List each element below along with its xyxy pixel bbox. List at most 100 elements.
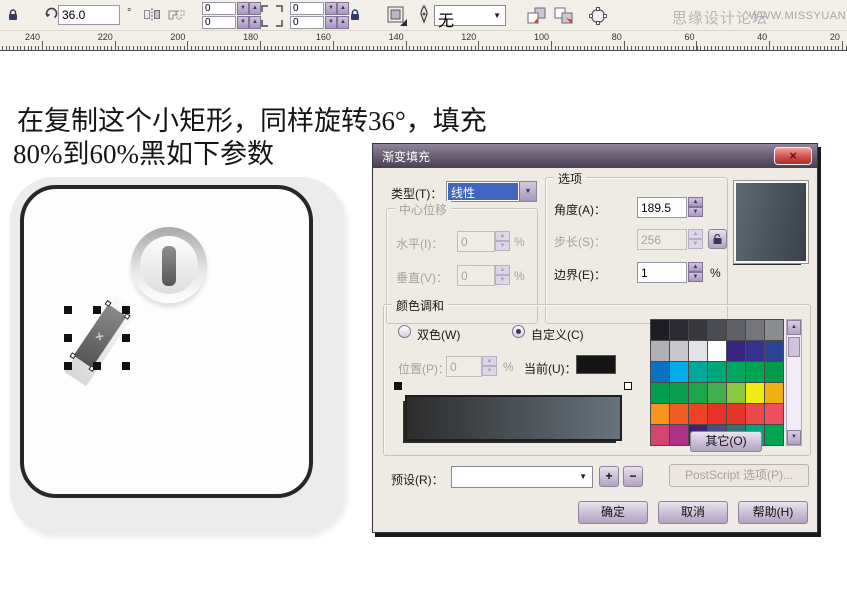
palette-swatch[interactable] [727, 383, 745, 403]
pos-x-input[interactable] [202, 2, 236, 15]
pos-y-spinner[interactable]: ▼▲ [237, 16, 261, 29]
selection-handle[interactable] [93, 306, 101, 314]
palette-swatch[interactable] [651, 362, 669, 382]
size-w-spinner[interactable]: ▼▲ [325, 2, 349, 15]
palette-swatch[interactable] [651, 341, 669, 361]
palette-swatch[interactable] [765, 320, 783, 340]
other-color-button[interactable]: 其它(O) [690, 431, 762, 452]
palette-swatch[interactable] [727, 320, 745, 340]
palette-swatch[interactable] [651, 425, 669, 445]
mirror-horizontal-icon[interactable] [143, 7, 162, 28]
spin-up-icon[interactable]: ▲ [688, 197, 703, 207]
preset-select[interactable]: ▼ [451, 466, 593, 488]
palette-swatch[interactable] [670, 320, 688, 340]
selection-handle[interactable] [64, 362, 72, 370]
palette-swatch[interactable] [746, 383, 764, 403]
spin-down-icon[interactable]: ▼ [688, 207, 703, 217]
palette-swatch[interactable] [689, 362, 707, 382]
edge-input[interactable] [637, 262, 687, 283]
close-icon[interactable]: × [774, 147, 812, 165]
help-button[interactable]: 帮助(H) [738, 501, 808, 524]
spin-down-icon[interactable]: ▼ [237, 16, 249, 29]
spin-down-icon[interactable]: ▼ [688, 272, 703, 282]
type-dropdown-arrow-icon[interactable]: ▼ [519, 182, 536, 201]
preset-add-button[interactable]: + [599, 466, 619, 487]
mirror-vertical-icon[interactable] [167, 7, 186, 28]
to-back-icon[interactable] [553, 6, 575, 31]
selection-handle[interactable] [64, 306, 72, 314]
rotation-angle-input[interactable] [58, 5, 120, 25]
scroll-down-icon[interactable]: ▼ [787, 430, 801, 445]
palette-swatch[interactable] [727, 404, 745, 424]
palette-swatch[interactable] [651, 383, 669, 403]
palette-swatch[interactable] [765, 341, 783, 361]
palette-swatch[interactable] [689, 404, 707, 424]
palette-swatch[interactable] [746, 320, 764, 340]
palette-swatch[interactable] [746, 362, 764, 382]
steps-lock-button[interactable] [708, 229, 727, 249]
scroll-up-icon[interactable]: ▲ [787, 320, 801, 335]
angle-input[interactable] [637, 197, 687, 218]
selection-handle[interactable] [122, 362, 130, 370]
spin-down-icon[interactable]: ▼ [325, 2, 337, 15]
palette-swatch[interactable] [670, 341, 688, 361]
spin-down-icon[interactable]: ▼ [325, 16, 337, 29]
palette-swatch[interactable] [689, 320, 707, 340]
palette-swatch[interactable] [670, 404, 688, 424]
palette-swatch[interactable] [651, 320, 669, 340]
selection-handle[interactable] [122, 334, 130, 342]
ok-button[interactable]: 确定 [578, 501, 648, 524]
edge-spinner[interactable]: ▲▼ [688, 262, 703, 282]
spin-down-icon[interactable]: ▼ [237, 2, 249, 15]
lock-icon[interactable] [6, 8, 20, 27]
palette-swatch[interactable] [765, 362, 783, 382]
ruler[interactable]: 24022020018016014012010080604020 [0, 31, 847, 51]
two-color-radio[interactable] [398, 325, 411, 338]
center-offset-title: 中心位移 [395, 201, 451, 218]
angle-spinner[interactable]: ▲▼ [688, 197, 703, 217]
palette-swatch[interactable] [651, 404, 669, 424]
preset-remove-button[interactable]: − [623, 466, 643, 487]
dialog-titlebar[interactable]: 渐变填充 [373, 144, 817, 168]
palette-swatch[interactable] [727, 341, 745, 361]
selection-handle[interactable] [64, 334, 72, 342]
node-edit-circle-icon[interactable] [588, 6, 608, 31]
outline-width-select[interactable]: 无 ▼ [434, 5, 506, 26]
palette-swatch[interactable] [689, 383, 707, 403]
palette-scrollbar[interactable]: ▲ ▼ [786, 319, 802, 446]
to-front-icon[interactable] [526, 6, 548, 31]
palette-swatch[interactable] [765, 383, 783, 403]
palette-swatch[interactable] [689, 341, 707, 361]
spin-up-icon[interactable]: ▲ [688, 262, 703, 272]
palette-swatch[interactable] [670, 383, 688, 403]
size-h-spinner[interactable]: ▼▲ [325, 16, 349, 29]
pos-y-input[interactable] [202, 16, 236, 29]
lock-ratio-icon[interactable] [348, 8, 362, 27]
palette-swatch[interactable] [708, 341, 726, 361]
palette-swatch[interactable] [708, 320, 726, 340]
outline-pen-icon[interactable] [417, 5, 431, 31]
selection-handle[interactable] [93, 362, 101, 370]
palette-swatch[interactable] [670, 362, 688, 382]
wrap-text-icon[interactable] [386, 5, 408, 32]
custom-radio[interactable] [512, 325, 525, 338]
scrollbar-thumb[interactable] [788, 337, 800, 357]
gradient-strip[interactable] [405, 395, 622, 441]
palette-swatch[interactable] [746, 341, 764, 361]
palette-swatch[interactable] [708, 383, 726, 403]
selection-handle[interactable] [122, 306, 130, 314]
pos-x-spinner[interactable]: ▼▲ [237, 2, 261, 15]
size-w-input[interactable] [290, 2, 324, 15]
palette-swatch[interactable] [765, 425, 783, 445]
palette-swatch[interactable] [670, 425, 688, 445]
size-h-input[interactable] [290, 16, 324, 29]
palette-swatch[interactable] [746, 404, 764, 424]
palette-swatch[interactable] [727, 362, 745, 382]
cancel-button[interactable]: 取消 [658, 501, 728, 524]
palette-swatch[interactable] [708, 404, 726, 424]
palette-swatch[interactable] [708, 362, 726, 382]
palette-swatch[interactable] [765, 404, 783, 424]
type-select[interactable]: 线性 ▼ [446, 181, 537, 202]
gradient-start-marker[interactable] [394, 382, 402, 390]
gradient-end-marker[interactable] [624, 382, 632, 390]
